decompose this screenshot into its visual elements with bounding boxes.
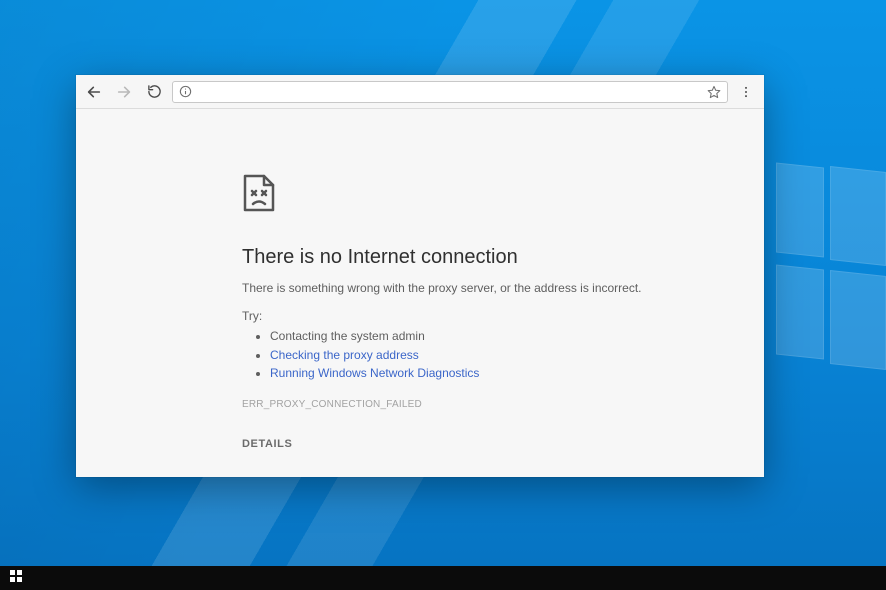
bookmark-star-icon[interactable] [707,85,721,99]
error-description: There is something wrong with the proxy … [242,281,670,295]
vertical-dots-icon [739,85,753,99]
suggestion-text: Contacting the system admin [270,329,425,343]
error-block: There is no Internet connection There is… [242,173,670,452]
menu-button[interactable] [734,80,758,104]
reload-button[interactable] [142,80,166,104]
suggestion-link[interactable]: Running Windows Network Diagnostics [270,366,479,380]
details-button[interactable]: DETAILS [242,438,292,450]
sad-page-icon [242,173,670,218]
suggestion-link[interactable]: Checking the proxy address [270,348,419,362]
forward-button[interactable] [112,80,136,104]
windows-logo-wallpaper [766,155,886,385]
error-heading: There is no Internet connection [242,246,670,269]
page-content: There is no Internet connection There is… [76,109,764,477]
forward-arrow-icon [116,84,132,100]
start-button[interactable] [4,566,28,590]
list-item: Running Windows Network Diagnostics [270,364,670,383]
reload-icon [147,84,162,99]
address-bar[interactable] [172,81,728,103]
suggestion-list: Contacting the system admin Checking the… [242,327,670,383]
error-code: ERR_PROXY_CONNECTION_FAILED [242,399,670,410]
list-item: Checking the proxy address [270,346,670,365]
browser-window: There is no Internet connection There is… [76,75,764,477]
list-item: Contacting the system admin [270,327,670,346]
site-info-icon[interactable] [179,85,192,98]
back-arrow-icon [86,84,102,100]
desktop-wallpaper: There is no Internet connection There is… [0,0,886,590]
taskbar [0,566,886,590]
browser-toolbar [76,75,764,109]
back-button[interactable] [82,80,106,104]
try-label: Try: [242,309,670,323]
windows-logo-icon [10,569,22,587]
address-input[interactable] [198,83,701,101]
